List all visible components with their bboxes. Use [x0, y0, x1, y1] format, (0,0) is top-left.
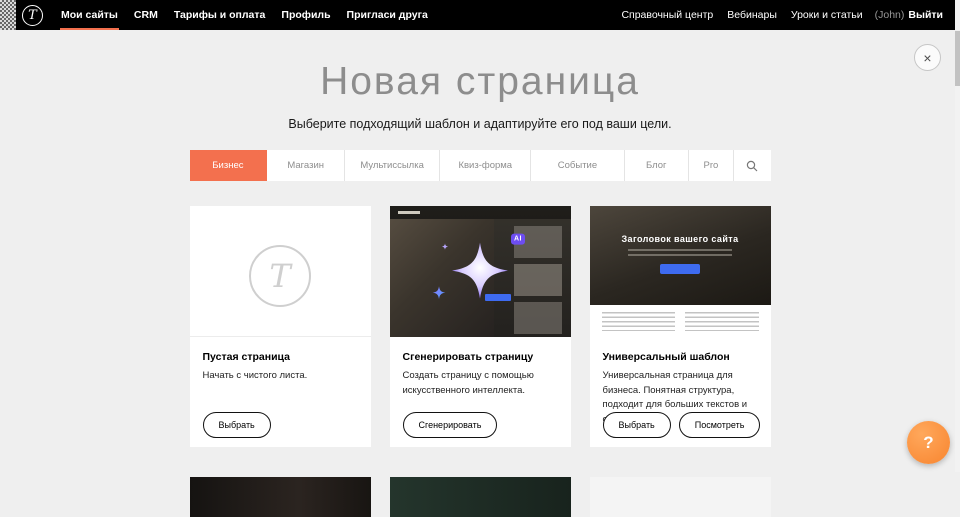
tilda-mark-letter: T — [269, 257, 290, 295]
next-templates-row — [190, 477, 771, 517]
choose-blank-button[interactable]: Выбрать — [203, 412, 271, 438]
preview-template-button[interactable]: Посмотреть — [679, 412, 761, 438]
card-ai-generate: AI Сгенерировать страницу Создать страни… — [390, 206, 571, 447]
nav-item-crm[interactable]: CRM — [126, 0, 166, 30]
nav-item-lessons[interactable]: Уроки и статьи — [784, 0, 870, 30]
logout-link[interactable]: Выйти — [908, 9, 943, 21]
page-title: Новая страница — [0, 60, 960, 104]
page-subtitle: Выберите подходящий шаблон и адаптируйте… — [0, 117, 960, 131]
template-category-tabs: Бизнес Магазин Мультиссылка Квиз-форма С… — [190, 150, 771, 181]
ai-small-star-icon — [431, 284, 447, 305]
nav-left: Мои сайты CRM Тарифы и оплата Профиль Пр… — [53, 0, 436, 30]
nav-user: (John) Выйти — [870, 9, 948, 21]
tab-store[interactable]: Магазин — [267, 150, 345, 181]
template-cards: T Пустая страница Начать с чистого листа… — [190, 206, 771, 447]
scrollbar[interactable] — [955, 0, 960, 472]
tilda-logo-letter: T — [28, 8, 37, 23]
card-blank-page: T Пустая страница Начать с чистого листа… — [190, 206, 371, 447]
tab-search[interactable] — [734, 150, 770, 181]
tab-business[interactable]: Бизнес — [190, 150, 268, 181]
ai-tiny-star-icon — [441, 237, 449, 255]
template-card-partial[interactable] — [190, 477, 371, 517]
blank-page-preview: T — [190, 206, 371, 337]
ai-badge: AI — [511, 233, 525, 244]
card-body: Сгенерировать страницу Создать страницу … — [390, 337, 571, 398]
new-page-modal: × Новая страница Выберите подходящий шаб… — [0, 30, 960, 472]
tab-multilink[interactable]: Мультиссылка — [345, 150, 440, 181]
template-text-block — [590, 305, 771, 337]
question-mark-icon: ? — [923, 433, 933, 453]
card-buttons: Выбрать Посмотреть — [603, 412, 761, 438]
template-hero-heading: Заголовок вашего сайта — [622, 234, 739, 244]
search-icon — [746, 160, 758, 172]
nav-item-tariffs[interactable]: Тарифы и оплата — [166, 0, 274, 30]
tab-quiz-form[interactable]: Квиз-форма — [440, 150, 531, 181]
ai-sparkle-icon: AI — [445, 235, 515, 305]
template-text-lines — [602, 312, 676, 331]
ai-preview: AI — [390, 206, 571, 337]
close-button[interactable]: × — [914, 44, 941, 71]
scrollbar-thumb[interactable] — [955, 31, 960, 86]
template-hero-subtext — [628, 249, 732, 258]
tab-pro[interactable]: Pro — [689, 150, 734, 181]
template-card-partial[interactable] — [390, 477, 571, 517]
ai-preview-block — [514, 302, 562, 334]
nav-item-my-sites[interactable]: Мои сайты — [53, 0, 126, 30]
nav-right: Справочный центр Вебинары Уроки и статьи… — [614, 0, 960, 30]
card-universal-template: Заголовок вашего сайта Универсальный шаб… — [590, 206, 771, 447]
card-title: Сгенерировать страницу — [403, 351, 558, 363]
card-title: Пустая страница — [203, 351, 358, 363]
card-buttons: Сгенерировать — [403, 412, 498, 438]
choose-template-button[interactable]: Выбрать — [603, 412, 671, 438]
corner-pattern — [0, 0, 16, 30]
tab-event[interactable]: Событие — [531, 150, 624, 181]
close-icon: × — [923, 51, 931, 65]
tab-blog[interactable]: Блог — [625, 150, 689, 181]
nav-item-profile[interactable]: Профиль — [273, 0, 338, 30]
card-body: Пустая страница Начать с чистого листа. — [190, 337, 371, 384]
nav-item-help-center[interactable]: Справочный центр — [614, 0, 720, 30]
card-title: Универсальный шаблон — [603, 351, 758, 363]
template-hero: Заголовок вашего сайта — [590, 206, 771, 305]
template-card-partial[interactable] — [590, 477, 771, 517]
help-button[interactable]: ? — [907, 421, 950, 464]
ai-preview-topbar — [390, 206, 571, 219]
user-name: (John) — [875, 9, 905, 21]
template-hero-button-shape — [660, 264, 700, 274]
card-description: Создать страницу с помощью искусственног… — [403, 369, 558, 398]
ai-preview-block — [514, 264, 562, 296]
card-buttons: Выбрать — [203, 412, 271, 438]
top-nav: T Мои сайты CRM Тарифы и оплата Профиль … — [0, 0, 960, 30]
template-text-lines — [685, 312, 759, 331]
universal-template-preview: Заголовок вашего сайта — [590, 206, 771, 337]
nav-item-invite-friend[interactable]: Пригласи друга — [339, 0, 436, 30]
tilda-logo[interactable]: T — [22, 5, 43, 26]
generate-button[interactable]: Сгенерировать — [403, 412, 498, 438]
tilda-mark-icon: T — [249, 245, 311, 307]
nav-item-webinars[interactable]: Вебинары — [720, 0, 784, 30]
card-description: Начать с чистого листа. — [203, 369, 358, 384]
